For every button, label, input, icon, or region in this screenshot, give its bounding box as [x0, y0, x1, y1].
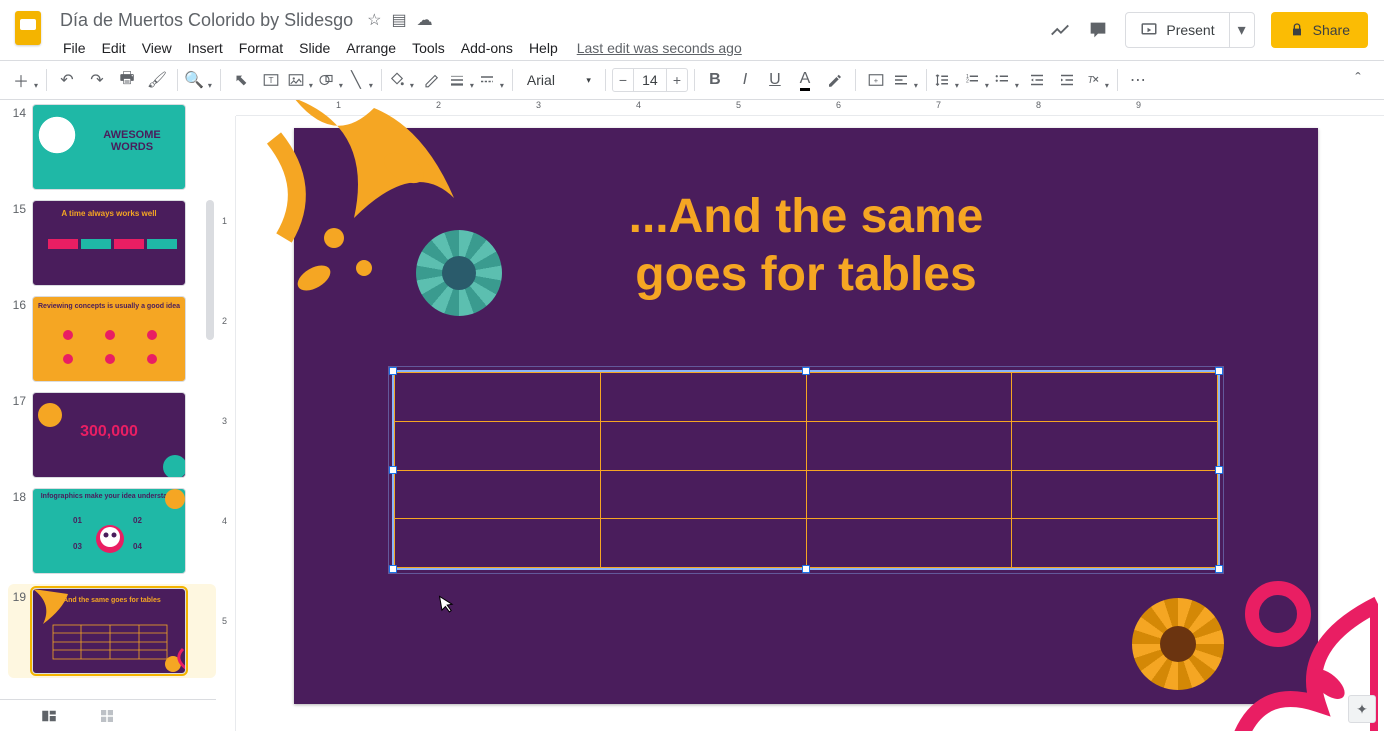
new-slide-button[interactable]: ＋	[12, 66, 40, 94]
indent-decrease-button[interactable]	[1023, 66, 1051, 94]
present-button-group: Present ▾	[1125, 12, 1254, 48]
slide-thumb-19[interactable]: 19 ...And the same goes for tables	[8, 584, 216, 678]
title-area: Día de Muertos Colorido by Slidesgo ☆ ▤ …	[56, 8, 1049, 60]
slide-canvas[interactable]: ...And the same goes for tables	[294, 128, 1318, 704]
fill-color-button[interactable]	[388, 66, 416, 94]
highlight-button[interactable]	[821, 66, 849, 94]
document-title[interactable]: Día de Muertos Colorido by Slidesgo	[56, 8, 357, 33]
print-button[interactable]: 🖶	[113, 66, 141, 94]
textbox-tool[interactable]: T	[257, 66, 285, 94]
slide-panel[interactable]: 14 AWESOME WORDS 15 A time always works …	[0, 100, 216, 731]
svg-text:T: T	[1087, 75, 1094, 86]
slide-thumb-18[interactable]: 18 Infographics make your idea understab…	[8, 488, 216, 574]
font-size-input[interactable]	[634, 68, 666, 92]
menu-addons[interactable]: Add-ons	[454, 36, 520, 60]
present-dropdown[interactable]: ▾	[1229, 13, 1254, 47]
svg-text:+: +	[874, 76, 879, 85]
last-edit-link[interactable]: Last edit was seconds ago	[577, 40, 742, 56]
svg-text:02: 02	[133, 516, 142, 525]
slide-thumb-15[interactable]: 15 A time always works well	[8, 200, 216, 286]
line-spacing-button[interactable]	[933, 66, 961, 94]
svg-text:04: 04	[133, 542, 142, 551]
collapse-toolbar-button[interactable]: ˆ	[1344, 66, 1372, 94]
clear-formatting-button[interactable]: T	[1083, 66, 1111, 94]
decoration-flower-orange	[1138, 604, 1218, 684]
header-actions: Present ▾ Share	[1049, 12, 1368, 48]
paint-format-button[interactable]: 🖌	[143, 66, 171, 94]
present-label: Present	[1166, 22, 1214, 38]
view-mode-bar	[0, 699, 216, 731]
select-tool[interactable]: ⬉	[227, 66, 255, 94]
align-button[interactable]	[892, 66, 920, 94]
line-tool[interactable]: ╲	[347, 66, 375, 94]
slides-logo[interactable]	[8, 8, 48, 48]
explore-button[interactable]: ✦	[1348, 695, 1376, 723]
present-icon	[1140, 21, 1158, 39]
shape-tool[interactable]	[317, 66, 345, 94]
filmstrip-view-icon[interactable]	[40, 707, 58, 725]
comments-icon[interactable]	[1087, 19, 1109, 41]
menu-file[interactable]: File	[56, 36, 93, 60]
mouse-cursor-icon	[438, 593, 457, 615]
insert-link-button[interactable]: +	[862, 66, 890, 94]
svg-text:01: 01	[73, 516, 82, 525]
slide-thumb-17[interactable]: 17 300,000	[8, 392, 216, 478]
lock-icon	[1289, 22, 1305, 38]
share-button[interactable]: Share	[1271, 12, 1368, 48]
redo-button[interactable]: ↷	[83, 66, 111, 94]
grid-view-icon[interactable]	[98, 707, 116, 725]
menu-bar: File Edit View Insert Format Slide Arran…	[56, 36, 1049, 60]
numbered-list-button[interactable]: 12	[963, 66, 991, 94]
present-button[interactable]: Present	[1126, 21, 1228, 39]
font-size-decrease[interactable]: −	[612, 68, 634, 92]
image-tool[interactable]	[287, 66, 315, 94]
indent-increase-button[interactable]	[1053, 66, 1081, 94]
border-weight-button[interactable]	[448, 66, 476, 94]
toolbar: ＋ ↶ ↷ 🖶 🖌 🔍 ⬉ T ╲ Arial▾ − + B I U A	[0, 60, 1384, 100]
svg-text:03: 03	[73, 542, 82, 551]
border-color-button[interactable]	[418, 66, 446, 94]
slide-table[interactable]	[394, 372, 1218, 568]
cloud-status-icon[interactable]: ☁	[417, 10, 433, 30]
body-area: 14 AWESOME WORDS 15 A time always works …	[0, 100, 1384, 731]
font-size-control: − +	[612, 68, 688, 92]
slide-thumb-14[interactable]: 14 AWESOME WORDS	[8, 104, 216, 190]
undo-button[interactable]: ↶	[53, 66, 81, 94]
activity-icon[interactable]	[1049, 19, 1071, 41]
move-folder-icon[interactable]: ▤	[392, 10, 407, 30]
zoom-button[interactable]: 🔍	[184, 66, 214, 94]
menu-view[interactable]: View	[135, 36, 179, 60]
menu-edit[interactable]: Edit	[95, 36, 133, 60]
panel-scrollbar[interactable]	[206, 200, 214, 340]
text-color-button[interactable]: A	[791, 66, 819, 94]
italic-button[interactable]: I	[731, 66, 759, 94]
slide-table-selected[interactable]	[392, 370, 1220, 570]
bold-button[interactable]: B	[701, 66, 729, 94]
underline-button[interactable]: U	[761, 66, 789, 94]
menu-help[interactable]: Help	[522, 36, 565, 60]
bulleted-list-button[interactable]	[993, 66, 1021, 94]
app-header: Día de Muertos Colorido by Slidesgo ☆ ▤ …	[0, 0, 1384, 60]
canvas-area[interactable]: 1 2 3 4 5 6 7 8 9 1 2 3 4 5	[216, 100, 1384, 731]
menu-insert[interactable]: Insert	[181, 36, 230, 60]
svg-text:2: 2	[966, 78, 969, 84]
font-family-label: Arial	[527, 72, 555, 88]
menu-slide[interactable]: Slide	[292, 36, 337, 60]
border-dash-button[interactable]	[478, 66, 506, 94]
vertical-ruler: 1 2 3 4 5	[216, 116, 236, 731]
more-tools-button[interactable]: ⋯	[1124, 66, 1152, 94]
star-icon[interactable]: ☆	[367, 10, 381, 30]
svg-text:T: T	[268, 76, 273, 85]
menu-arrange[interactable]: Arrange	[339, 36, 403, 60]
slide-thumb-16[interactable]: 16 Reviewing concepts is usually a good …	[8, 296, 216, 382]
font-family-select[interactable]: Arial▾	[519, 66, 599, 94]
menu-tools[interactable]: Tools	[405, 36, 452, 60]
share-label: Share	[1313, 22, 1350, 38]
font-size-increase[interactable]: +	[666, 68, 688, 92]
slide-title[interactable]: ...And the same goes for tables	[294, 188, 1318, 303]
menu-format[interactable]: Format	[232, 36, 290, 60]
